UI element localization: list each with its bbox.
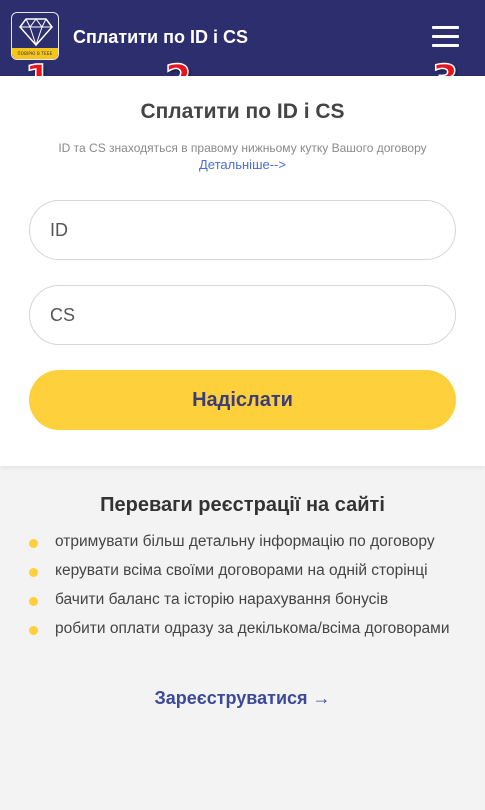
hamburger-menu-icon[interactable] — [432, 26, 460, 48]
benefits-list: отримувати більш детальну інформацію по … — [29, 533, 459, 649]
bullet-icon — [29, 568, 38, 577]
diamond-icon — [19, 18, 53, 47]
details-link[interactable]: Детальніше--> — [0, 157, 485, 172]
list-item: бачити баланс та історію нарахування бон… — [29, 591, 459, 609]
list-item: отримувати більш детальну інформацію по … — [29, 533, 459, 551]
benefit-text: отримувати більш детальну інформацію по … — [55, 533, 435, 550]
brand-logo[interactable]: ПОВІРЮ В ТЕБЕ — [11, 12, 59, 60]
form-title: Сплатити по ID і CS — [140, 100, 345, 123]
benefit-text: робити оплати одразу за декількома/всіма… — [55, 620, 450, 637]
app-header: ПОВІРЮ В ТЕБЕ Сплатити по ID і CS — [0, 0, 485, 76]
bullet-icon — [29, 539, 38, 548]
form-hint: ID та CS знаходяться в правому нижньому … — [58, 141, 427, 155]
benefit-text: керувати всіма своїми договорами на одні… — [55, 562, 428, 579]
benefit-text: бачити баланс та історію нарахування бон… — [55, 591, 389, 608]
register-link[interactable]: Зареєструватися → — [0, 688, 485, 709]
id-input[interactable] — [29, 200, 456, 260]
payment-form-card: Сплатити по ID і CS ID та CS знаходяться… — [0, 76, 485, 466]
bullet-icon — [29, 597, 38, 606]
benefits-title: Переваги реєстрації на сайті — [100, 494, 385, 516]
header-title: Сплатити по ID і CS — [73, 27, 248, 47]
list-item: керувати всіма своїми договорами на одні… — [29, 562, 459, 580]
bullet-icon — [29, 626, 38, 635]
cs-input[interactable] — [29, 285, 456, 345]
submit-button[interactable]: Надіслати — [29, 370, 456, 430]
list-item: робити оплати одразу за декількома/всіма… — [29, 620, 459, 638]
